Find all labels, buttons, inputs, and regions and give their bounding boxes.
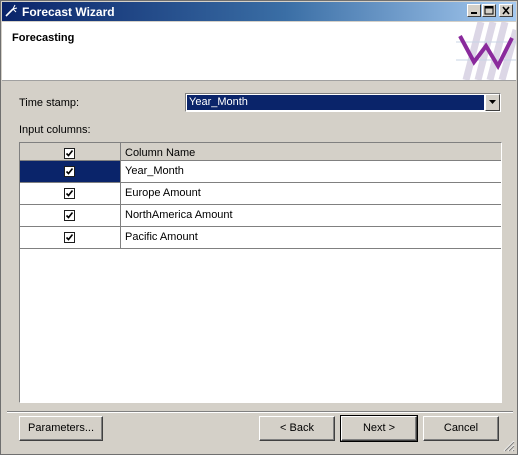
forecast-chart-graphic — [456, 22, 516, 80]
checkmark-icon — [65, 212, 74, 219]
minimize-icon — [471, 12, 477, 14]
column-name-header[interactable]: Column Name — [122, 143, 501, 160]
checkmark-icon — [65, 168, 74, 175]
close-button[interactable] — [499, 4, 513, 17]
checkmark-icon — [65, 150, 74, 157]
maximize-button[interactable] — [482, 4, 496, 17]
row-column-name: Pacific Amount — [125, 231, 198, 243]
table-row[interactable]: NorthAmerica Amount — [20, 205, 501, 227]
row-check-cell — [20, 183, 121, 204]
row-column-name: Year_Month — [125, 165, 184, 177]
wizard-wand-icon — [5, 4, 18, 17]
row-check-cell — [20, 227, 121, 248]
resize-grip-icon[interactable] — [503, 440, 515, 452]
minimize-button[interactable] — [467, 4, 481, 17]
footer-divider — [7, 411, 513, 413]
close-icon — [502, 6, 510, 15]
timestamp-dropdown[interactable]: Year_Month — [185, 93, 501, 112]
cancel-button[interactable]: Cancel — [423, 416, 499, 441]
chevron-down-icon — [489, 100, 496, 104]
grid-header-row: Column Name — [20, 143, 501, 161]
input-columns-label: Input columns: — [19, 124, 91, 136]
row-column-name: NorthAmerica Amount — [125, 209, 233, 221]
parameters-button[interactable]: Parameters... — [19, 416, 103, 441]
forecast-wizard-window: Forecast Wizard Forecasting Time stamp: … — [0, 0, 518, 455]
checkmark-icon — [65, 190, 74, 197]
row-check-cell — [20, 205, 121, 226]
input-columns-grid[interactable]: Column Name Year_Month Europe Amount Nor… — [19, 142, 502, 403]
row-check-cell — [20, 161, 121, 182]
row-column-name: Europe Amount — [125, 187, 201, 199]
table-row[interactable]: Pacific Amount — [20, 227, 501, 249]
timestamp-value[interactable]: Year_Month — [187, 95, 484, 110]
table-row[interactable]: Year_Month — [20, 161, 501, 183]
row-checkbox[interactable] — [64, 166, 75, 177]
checkmark-icon — [65, 234, 74, 241]
row-checkbox[interactable] — [64, 232, 75, 243]
page-title: Forecasting — [12, 32, 75, 44]
window-title: Forecast Wizard — [22, 5, 115, 19]
dropdown-button[interactable] — [485, 94, 500, 111]
row-checkbox[interactable] — [64, 210, 75, 221]
table-row[interactable]: Europe Amount — [20, 183, 501, 205]
select-all-checkbox[interactable] — [64, 148, 75, 159]
row-checkbox[interactable] — [64, 188, 75, 199]
timestamp-label: Time stamp: — [19, 97, 80, 109]
title-bar[interactable]: Forecast Wizard — [2, 2, 516, 21]
select-all-cell — [20, 143, 121, 160]
maximize-icon — [484, 6, 494, 15]
wizard-header: Forecasting — [2, 22, 516, 81]
back-button[interactable]: < Back — [259, 416, 335, 441]
next-button[interactable]: Next > — [340, 415, 418, 442]
